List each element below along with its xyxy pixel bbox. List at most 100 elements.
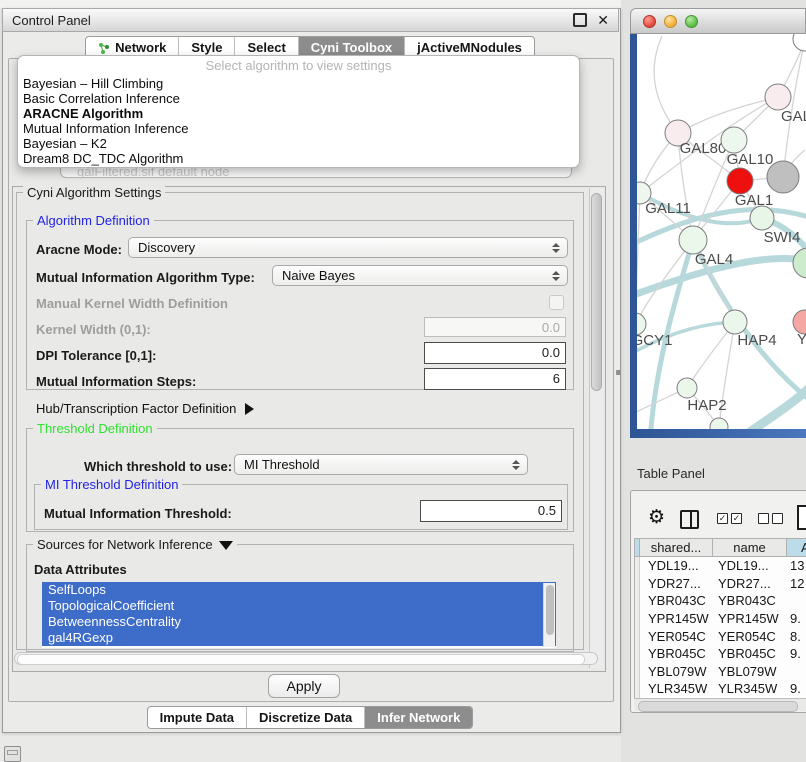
network-node-gal1[interactable]: [727, 168, 753, 194]
network-node-gal4[interactable]: [679, 226, 707, 254]
scrollbar-thumb[interactable]: [17, 654, 585, 665]
popup-algorithm-item[interactable]: Bayesian – Hill Climbing: [18, 76, 579, 91]
scrollbar-thumb[interactable]: [591, 193, 602, 391]
apply-button[interactable]: Apply: [268, 674, 340, 698]
network-edge[interactable]: [637, 193, 640, 324]
table-row[interactable]: YPR145WYPR145W9.: [635, 610, 806, 628]
attributes-scrollbar[interactable]: [543, 583, 555, 647]
mi-steps-field[interactable]: 6: [424, 368, 566, 390]
tab-discretize-data[interactable]: Discretize Data: [246, 707, 364, 728]
popup-algorithm-item[interactable]: Basic Correlation Inference: [18, 91, 579, 106]
node-label: GAL: [781, 108, 806, 125]
network-node-hap4[interactable]: [723, 310, 747, 334]
attribute-list-item[interactable]: TopologicalCoefficient: [42, 598, 556, 614]
table-cell: YBL079W: [713, 664, 787, 679]
network-canvas[interactable]: GALGAL80GAL10GAL1GAL11SWI4GAL4GCY1HAP4YH…: [637, 34, 806, 429]
table-cell: YDR27...: [640, 576, 713, 591]
network-node-gal10[interactable]: [721, 127, 747, 153]
minimize-traffic-light-icon[interactable]: [664, 15, 677, 28]
select-all-checkbox-icon[interactable]: ✓: [731, 513, 742, 524]
node-label: HAP2: [687, 397, 726, 414]
table-horizontal-scrollbar[interactable]: [634, 698, 806, 711]
table-cell: 9.: [787, 681, 806, 696]
select-all-checkbox-icon[interactable]: ✓: [717, 513, 728, 524]
popup-algorithm-item[interactable]: Mutual Information Inference: [18, 121, 579, 136]
manual-kernel-width-checkbox[interactable]: [549, 295, 564, 310]
algorithm-select-popup: Select algorithm to view settings Bayesi…: [17, 55, 580, 168]
table-body: YDL19...YDL19...13YDR27...YDR27...12YBR0…: [634, 557, 806, 698]
column-header-name[interactable]: name: [713, 539, 787, 556]
attribute-list-item[interactable]: gal4RGexp: [42, 630, 556, 646]
group-title: Cyni Algorithm Settings: [23, 185, 165, 200]
node-label: GCY1: [637, 332, 672, 349]
network-node[interactable]: [767, 161, 799, 193]
popup-algorithm-item[interactable]: ARACNE Algorithm: [18, 106, 579, 121]
table-row[interactable]: YBR045CYBR045C9.: [635, 645, 806, 663]
table-cell: 13: [787, 558, 806, 573]
popup-item-list: Bayesian – Hill ClimbingBasic Correlatio…: [18, 76, 579, 166]
node-label: GAL11: [645, 200, 691, 217]
table-row[interactable]: YLR345WYLR345W9.: [635, 680, 806, 698]
popup-algorithm-item[interactable]: Bayesian – K2: [18, 136, 579, 151]
table-cell: YPR145W: [713, 611, 787, 626]
network-node-swi4[interactable]: [750, 206, 774, 230]
zoom-traffic-light-icon[interactable]: [685, 15, 698, 28]
close-traffic-light-icon[interactable]: [643, 15, 656, 28]
attribute-list-item[interactable]: SelfLoops: [42, 582, 556, 598]
dropdown-arrows-icon: [552, 271, 560, 281]
deselect-all-checkbox-icon[interactable]: [772, 513, 783, 524]
table-cell: YDR27...: [713, 576, 787, 591]
sources-toggle[interactable]: Sources for Network Inference: [33, 537, 237, 552]
table-cell: YBR043C: [640, 593, 713, 608]
float-window-icon[interactable]: [573, 13, 587, 27]
popup-algorithm-item[interactable]: Dream8 DC_TDC Algorithm: [18, 151, 579, 166]
mi-steps-label: Mutual Information Steps:: [36, 374, 196, 389]
dropdown-arrows-icon: [512, 460, 520, 470]
attribute-list-item[interactable]: BetweennessCentrality: [42, 614, 556, 630]
deselect-all-checkbox-icon[interactable]: [758, 513, 769, 524]
tab-infer-network[interactable]: Infer Network: [364, 707, 472, 728]
node-label: SWI4: [764, 229, 801, 246]
network-edge[interactable]: [738, 385, 806, 429]
export-table-icon[interactable]: [797, 505, 806, 530]
network-window-titlebar: [630, 8, 806, 34]
minimized-panel-icon[interactable]: [4, 746, 21, 762]
table-row[interactable]: YER054CYER054C8.: [635, 627, 806, 645]
network-icon: [98, 42, 110, 54]
expanded-arrow-icon: [219, 541, 233, 550]
column-header-shared-name[interactable]: shared...: [640, 539, 713, 556]
which-threshold-dropdown[interactable]: MI Threshold: [234, 454, 528, 475]
network-node[interactable]: [793, 34, 806, 51]
scrollbar-thumb[interactable]: [638, 701, 798, 712]
hub-definition-toggle[interactable]: Hub/Transcription Factor Definition: [36, 401, 254, 416]
aracne-mode-dropdown[interactable]: Discovery: [128, 237, 568, 258]
table-header: shared... name A: [634, 538, 806, 557]
gear-icon[interactable]: ⚙: [648, 506, 665, 529]
panel-resize-handle[interactable]: [616, 370, 621, 375]
close-icon[interactable]: ✕: [597, 15, 609, 25]
table-row[interactable]: YBR043CYBR043C: [635, 592, 806, 610]
network-edge[interactable]: [654, 36, 678, 133]
table-row[interactable]: YDR27...YDR27...12: [635, 575, 806, 593]
table-cell: YPR145W: [640, 611, 713, 626]
table-row[interactable]: YDL19...YDL19...13: [635, 557, 806, 575]
settings-vertical-scrollbar[interactable]: [589, 188, 603, 668]
mi-threshold-field[interactable]: 0.5: [420, 500, 562, 522]
network-node-hap2[interactable]: [677, 378, 697, 398]
popup-placeholder: Select algorithm to view settings: [18, 56, 579, 76]
kernel-width-field[interactable]: 0.0: [424, 317, 566, 337]
network-node-gal[interactable]: [765, 84, 791, 110]
mi-algorithm-type-dropdown[interactable]: Naive Bayes: [272, 265, 568, 286]
show-columns-icon[interactable]: [680, 510, 699, 529]
network-node[interactable]: [710, 418, 728, 429]
table-cell: YBR045C: [713, 646, 787, 661]
table-row[interactable]: YBL079WYBL079W: [635, 663, 806, 681]
dropdown-arrows-icon: [552, 243, 560, 253]
dpi-tolerance-field[interactable]: 0.0: [424, 342, 566, 364]
table-cell: 12: [787, 576, 806, 591]
scrollbar-thumb[interactable]: [546, 585, 554, 635]
column-header-partial[interactable]: A: [787, 539, 806, 556]
tab-impute-data[interactable]: Impute Data: [148, 707, 246, 728]
network-node[interactable]: [793, 248, 806, 278]
settings-horizontal-scrollbar[interactable]: [14, 652, 598, 665]
